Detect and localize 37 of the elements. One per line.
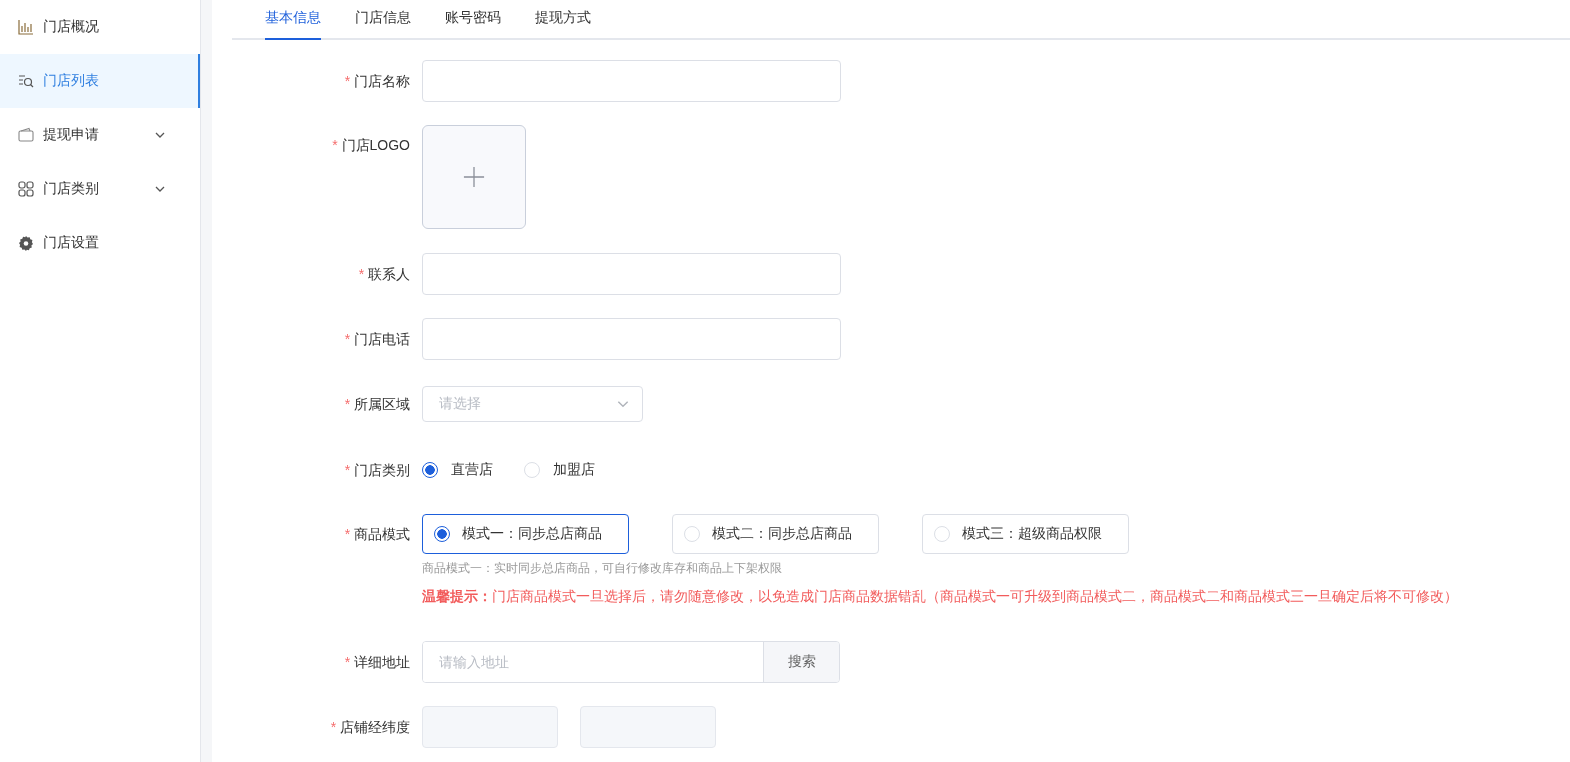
bar-chart-icon (18, 19, 34, 35)
text-input[interactable] (422, 253, 841, 295)
text-input[interactable] (422, 318, 841, 360)
field-label: * 所属区域 (344, 396, 410, 412)
sidebar-item[interactable]: 门店类别 (0, 162, 200, 216)
mode-option[interactable]: 模式一：同步总店商品 (422, 514, 629, 554)
upload-box[interactable] (422, 125, 526, 229)
field-label: * 门店电话 (344, 331, 410, 347)
text-input[interactable] (422, 60, 841, 102)
address-field[interactable]: 请输入地址 搜索 (422, 641, 840, 683)
field-label: * 商品模式 (344, 526, 410, 542)
warning-text: 温馨提示：门店商品模式一旦选择后，请勿随意修改，以免造成门店商品数据错乱（商品模式一可升级到商品模式二，商品模式二和商品模式三一旦确定后将不可修改） (422, 587, 1458, 606)
search-button[interactable]: 搜索 (763, 642, 839, 682)
tab[interactable]: 基本信息 (265, 0, 321, 40)
mode-option[interactable]: 模式二：同步总店商品 (672, 514, 879, 554)
sidebar-item[interactable]: 门店列表 (0, 54, 200, 108)
field-label: * 门店LOGO (332, 137, 410, 153)
field-label: * 门店名称 (344, 73, 410, 89)
sidebar-item[interactable]: 门店设置 (0, 216, 200, 270)
field-label: * 详细地址 (344, 654, 410, 670)
sidebar-item[interactable]: 提现申请 (0, 108, 200, 162)
field-label: * 店铺经纬度 (330, 719, 410, 735)
radio-option[interactable]: 直营店 (422, 461, 493, 479)
field-label: * 联系人 (358, 266, 410, 282)
hint-text: 商品模式一：实时同步总店商品，可自行修改库存和商品上下架权限 (422, 560, 783, 576)
tab[interactable]: 账号密码 (445, 0, 501, 37)
field-label: * 门店类别 (344, 462, 410, 478)
list-search-icon (18, 73, 34, 89)
tab[interactable]: 门店信息 (355, 0, 411, 37)
wallet-icon (18, 127, 34, 143)
tab[interactable]: 提现方式 (535, 0, 591, 37)
plus-icon (463, 166, 485, 188)
sidebar-item[interactable]: 门店概况 (0, 0, 200, 54)
mode-option[interactable]: 模式三：超级商品权限 (922, 514, 1129, 554)
gear-icon (18, 235, 34, 251)
grid-icon (18, 181, 34, 197)
radio-option[interactable]: 加盟店 (524, 461, 595, 479)
